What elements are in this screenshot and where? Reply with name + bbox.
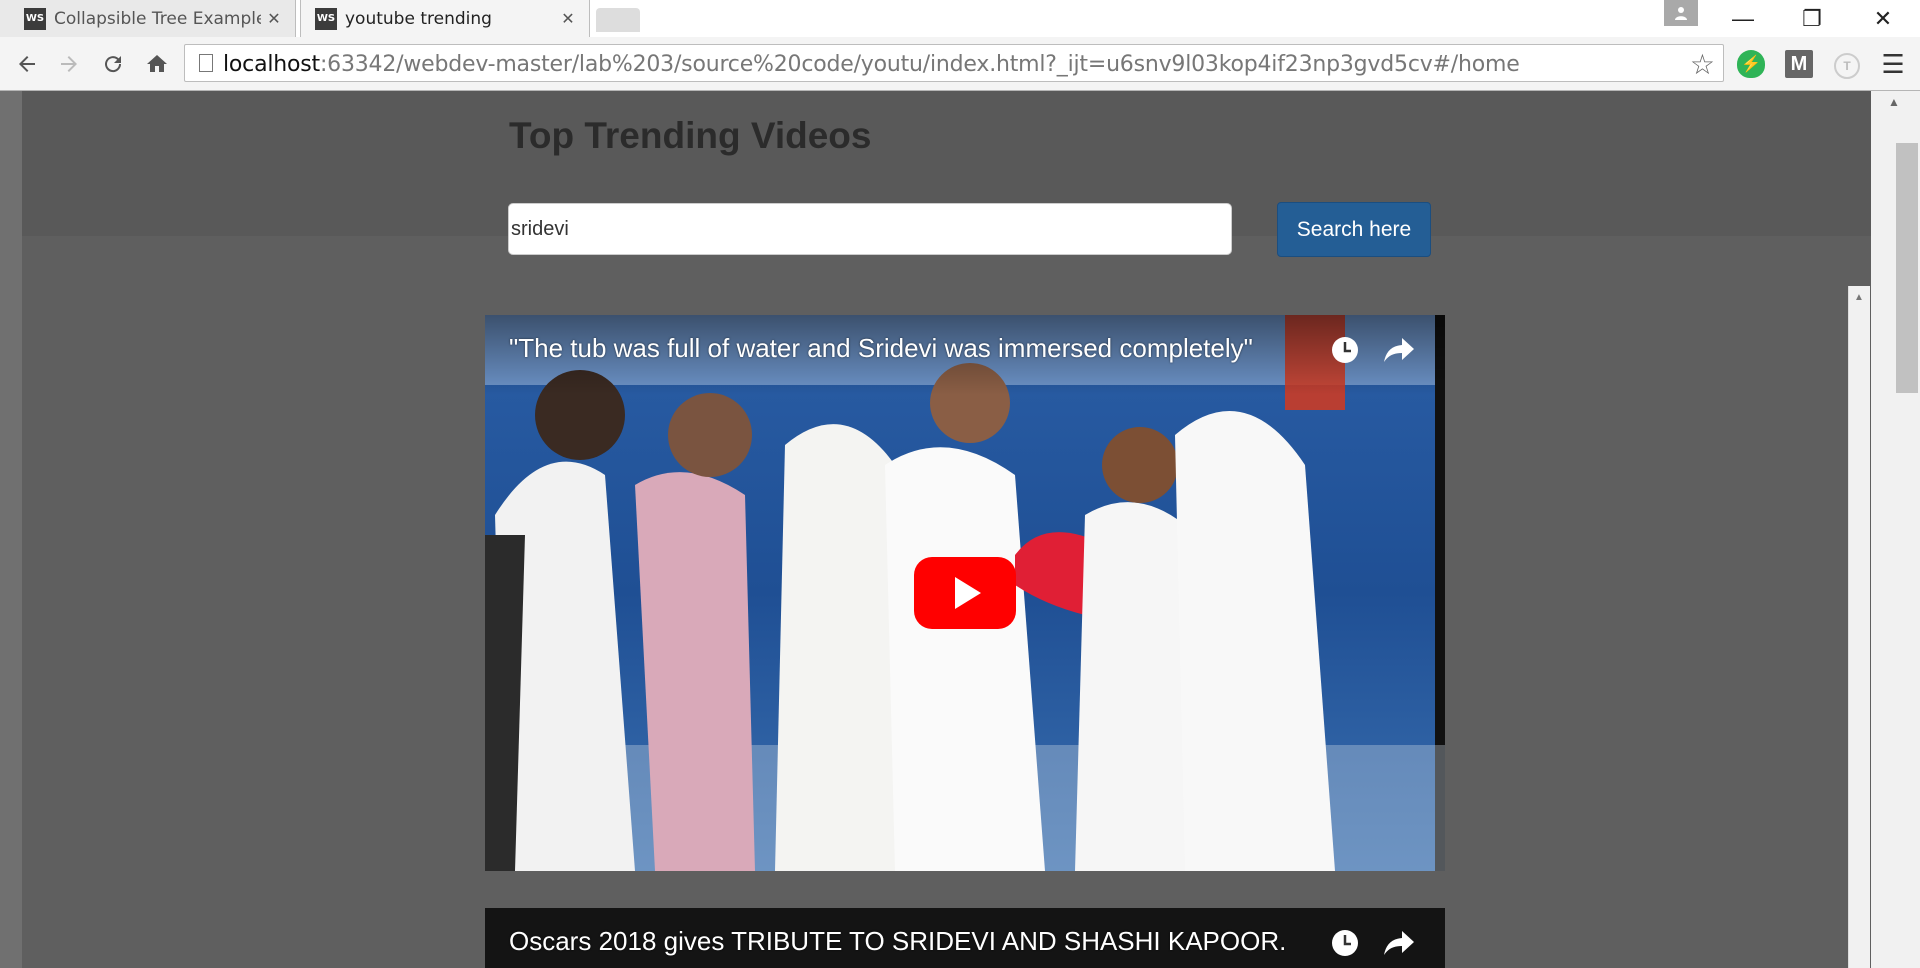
share-arrow-icon[interactable] bbox=[1382, 926, 1416, 960]
url-path: :63342/webdev-master/lab%203/source%20co… bbox=[319, 52, 1520, 77]
tab-strip: WS Collapsible Tree Example ✕ WS youtube… bbox=[0, 0, 1920, 37]
webstorm-icon: WS bbox=[315, 7, 337, 30]
minimize-button[interactable]: — bbox=[1726, 6, 1760, 32]
page-title: Top Trending Videos bbox=[509, 115, 872, 156]
page-icon bbox=[199, 54, 213, 72]
tab-youtube-trending[interactable]: WS youtube trending ✕ bbox=[300, 0, 590, 37]
reload-icon[interactable] bbox=[98, 49, 128, 79]
shield-extension-icon[interactable]: ⚡ bbox=[1737, 50, 1765, 78]
url-host: localhost bbox=[223, 52, 320, 77]
webstorm-icon: WS bbox=[24, 7, 46, 30]
left-edge bbox=[0, 91, 22, 968]
tab-collapsible-tree[interactable]: WS Collapsible Tree Example ✕ bbox=[0, 0, 296, 37]
close-tab-icon[interactable]: ✕ bbox=[555, 9, 581, 28]
profile-icon[interactable] bbox=[1664, 0, 1698, 26]
share-arrow-icon[interactable] bbox=[1382, 333, 1416, 367]
m-extension-icon[interactable]: M bbox=[1785, 50, 1813, 78]
page-scrollbar[interactable]: ▲ bbox=[1871, 91, 1920, 968]
browser-toolbar: localhost:63342/webdev-master/lab%203/so… bbox=[0, 37, 1920, 91]
watch-later-clock-icon[interactable] bbox=[1328, 926, 1362, 960]
home-icon[interactable] bbox=[142, 49, 172, 79]
new-tab-button[interactable] bbox=[596, 8, 640, 32]
search-button[interactable]: Search here bbox=[1277, 202, 1431, 257]
inner-scrollbar[interactable]: ▲ bbox=[1848, 286, 1870, 968]
restore-button[interactable]: ❐ bbox=[1795, 6, 1829, 32]
video-title[interactable]: Oscars 2018 gives TRIBUTE TO SRIDEVI AND… bbox=[509, 926, 1286, 957]
back-arrow-icon[interactable] bbox=[12, 49, 42, 79]
scroll-up-arrow-icon[interactable]: ▲ bbox=[1854, 292, 1864, 303]
scroll-up-arrow-icon[interactable]: ▲ bbox=[1888, 95, 1900, 109]
tab-title: youtube trending bbox=[345, 8, 492, 29]
close-window-button[interactable]: ✕ bbox=[1866, 6, 1900, 32]
tab-title: Collapsible Tree Example bbox=[54, 8, 261, 29]
video-player[interactable]: Oscars 2018 gives TRIBUTE TO SRIDEVI AND… bbox=[485, 908, 1445, 968]
search-input[interactable] bbox=[508, 203, 1232, 255]
scrollbar-thumb[interactable] bbox=[1896, 143, 1918, 393]
bookmark-star-icon[interactable]: ☆ bbox=[1690, 48, 1715, 81]
url-text[interactable]: localhost:63342/webdev-master/lab%203/so… bbox=[223, 52, 1520, 77]
play-button[interactable] bbox=[914, 557, 1016, 629]
video-player[interactable]: "The tub was full of water and Sridevi w… bbox=[485, 315, 1445, 871]
play-icon bbox=[955, 577, 981, 609]
hamburger-menu-icon[interactable]: ☰ bbox=[1879, 49, 1907, 79]
watch-later-clock-icon[interactable] bbox=[1328, 333, 1362, 367]
close-tab-icon[interactable]: ✕ bbox=[261, 9, 287, 28]
forward-arrow-icon[interactable] bbox=[54, 49, 84, 79]
extension-icon[interactable]: T bbox=[1834, 53, 1860, 79]
video-title[interactable]: "The tub was full of water and Sridevi w… bbox=[509, 333, 1253, 364]
page-viewport: Top Trending Videos Search here bbox=[0, 91, 1920, 968]
address-bar[interactable]: localhost:63342/webdev-master/lab%203/so… bbox=[184, 44, 1724, 82]
